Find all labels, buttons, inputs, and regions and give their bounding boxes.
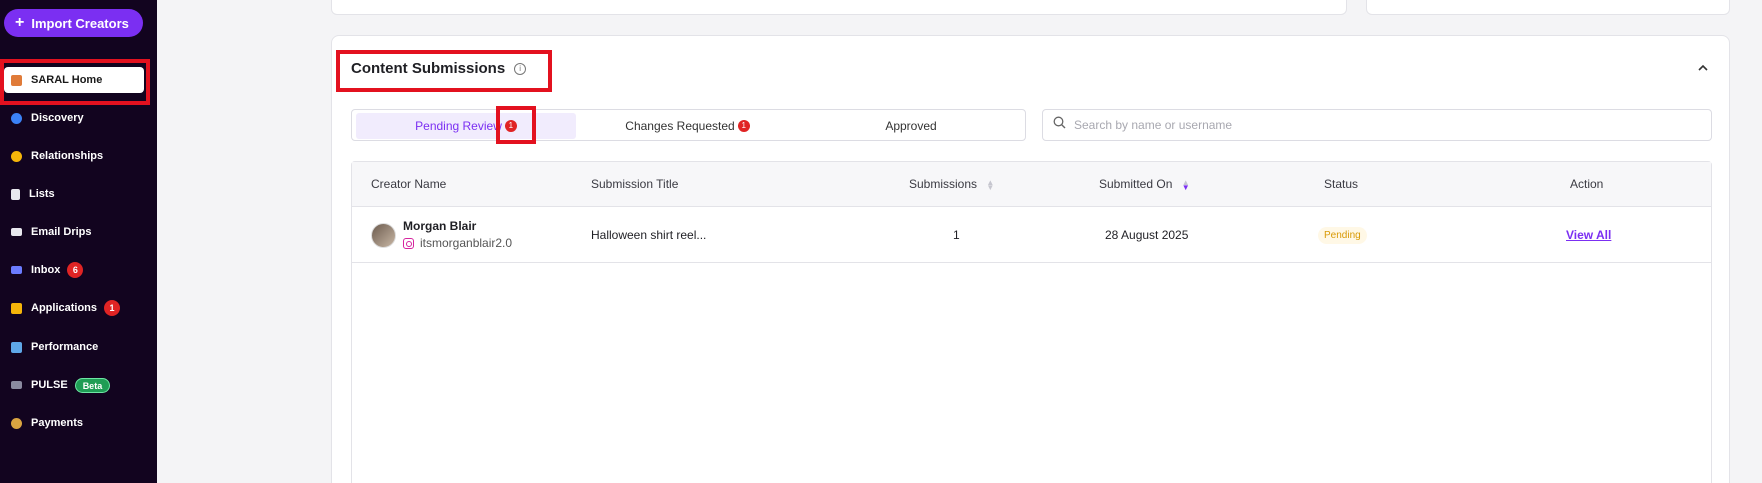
tab-label: Pending Review: [415, 119, 502, 133]
submissions-table: Creator Name Submission Title Submission…: [351, 161, 1712, 483]
plus-icon: +: [15, 14, 25, 31]
laptop-icon: [11, 381, 22, 389]
search-input[interactable]: [1074, 118, 1634, 132]
sidebar-item-inbox[interactable]: Inbox 6: [4, 257, 145, 283]
page-title: Content Submissions: [351, 60, 506, 77]
column-header-label: Submissions: [909, 177, 978, 191]
sidebar-item-performance[interactable]: Performance: [4, 334, 145, 360]
applications-count-badge: 1: [104, 300, 121, 316]
submitted-date: 28 August 2025: [1105, 228, 1189, 242]
sidebar-item-label: Discovery: [31, 112, 84, 124]
sidebar-item-saral-home[interactable]: SARAL Home: [4, 67, 144, 93]
tab-label: Approved: [885, 119, 937, 133]
applications-icon: [11, 302, 22, 314]
magnifier-icon: [11, 112, 22, 124]
chevron-up-icon[interactable]: [1696, 61, 1710, 75]
sidebar-item-label: Relationships: [31, 150, 104, 162]
document-icon: [11, 188, 20, 200]
table-header: Creator Name Submission Title Submission…: [352, 162, 1711, 207]
sidebar-item-label: Inbox: [31, 264, 61, 276]
column-header-status: Status: [1324, 177, 1359, 191]
sort-descending-icon[interactable]: ▲ ▼: [1182, 178, 1190, 191]
search-icon: [1053, 116, 1066, 134]
chart-icon: [11, 341, 22, 353]
sidebar-item-label: PULSE: [31, 379, 68, 391]
money-bag-icon: [11, 417, 22, 429]
sidebar-item-label: Payments: [31, 417, 83, 429]
changes-count-badge: 1: [737, 120, 750, 132]
status-label: Pending: [1318, 227, 1367, 244]
instagram-icon: [403, 238, 414, 250]
tab-approved[interactable]: Approved: [799, 113, 1023, 139]
tab-changes-requested[interactable]: Changes Requested 1: [576, 113, 799, 139]
import-creators-label: Import Creators: [31, 15, 129, 31]
import-creators-button[interactable]: + Import Creators: [4, 9, 143, 37]
submission-title: Halloween shirt reel...: [591, 228, 707, 242]
creator-name[interactable]: Morgan Blair: [403, 219, 476, 233]
email-icon: [11, 228, 22, 236]
status-badge: Pending: [1318, 227, 1367, 244]
sidebar: + Import Creators SARAL Home Discovery R…: [0, 0, 157, 483]
tab-label: Changes Requested: [625, 119, 735, 133]
sidebar-item-applications[interactable]: Applications 1: [4, 295, 145, 321]
pending-count-badge: 1: [504, 120, 517, 132]
column-header-label: Submitted On: [1099, 177, 1173, 191]
column-header-submission-title: Submission Title: [591, 177, 679, 191]
info-icon[interactable]: i: [514, 62, 527, 75]
sidebar-item-lists[interactable]: Lists: [4, 181, 145, 207]
table-row: Morgan Blair itsmorganblair2.0 Halloween…: [352, 208, 1711, 263]
column-header-submitted-on[interactable]: Submitted On ▲ ▼: [1099, 177, 1190, 191]
sidebar-item-discovery[interactable]: Discovery: [4, 105, 145, 131]
sidebar-item-label: Email Drips: [31, 226, 92, 238]
avatar: [371, 223, 396, 248]
search-box: [1042, 109, 1712, 141]
username-text: itsmorganblair2.0: [420, 236, 513, 250]
top-card-left: [331, 0, 1347, 15]
view-all-link[interactable]: View All: [1566, 228, 1611, 242]
sidebar-item-relationships[interactable]: Relationships: [4, 143, 145, 169]
inbox-count-badge: 6: [67, 262, 84, 278]
column-header-action: Action: [1570, 177, 1604, 191]
panel-header: Content Submissions i: [351, 60, 527, 77]
sidebar-item-label: Performance: [31, 341, 99, 353]
sidebar-item-pulse[interactable]: PULSE Beta: [4, 372, 145, 398]
sidebar-item-label: Applications: [31, 302, 98, 314]
handshake-icon: [11, 150, 22, 162]
column-header-creator-name: Creator Name: [371, 177, 447, 191]
inbox-icon: [11, 266, 22, 274]
sidebar-item-email-drips[interactable]: Email Drips: [4, 219, 145, 245]
column-header-submissions[interactable]: Submissions ▲ ▼: [909, 177, 994, 191]
house-icon: [11, 74, 22, 86]
tab-pending-review[interactable]: Pending Review 1: [356, 113, 576, 139]
top-card-right: [1366, 0, 1730, 15]
sort-icon[interactable]: ▲ ▼: [986, 178, 994, 191]
beta-badge: Beta: [74, 377, 111, 393]
creator-username: itsmorganblair2.0: [403, 236, 512, 250]
sidebar-item-label: SARAL Home: [31, 74, 103, 86]
status-tabs: Pending Review 1 Changes Requested 1 App…: [351, 109, 1026, 141]
sidebar-item-payments[interactable]: Payments: [4, 410, 145, 436]
sidebar-item-label: Lists: [29, 188, 55, 200]
submission-count: 1: [953, 228, 960, 242]
